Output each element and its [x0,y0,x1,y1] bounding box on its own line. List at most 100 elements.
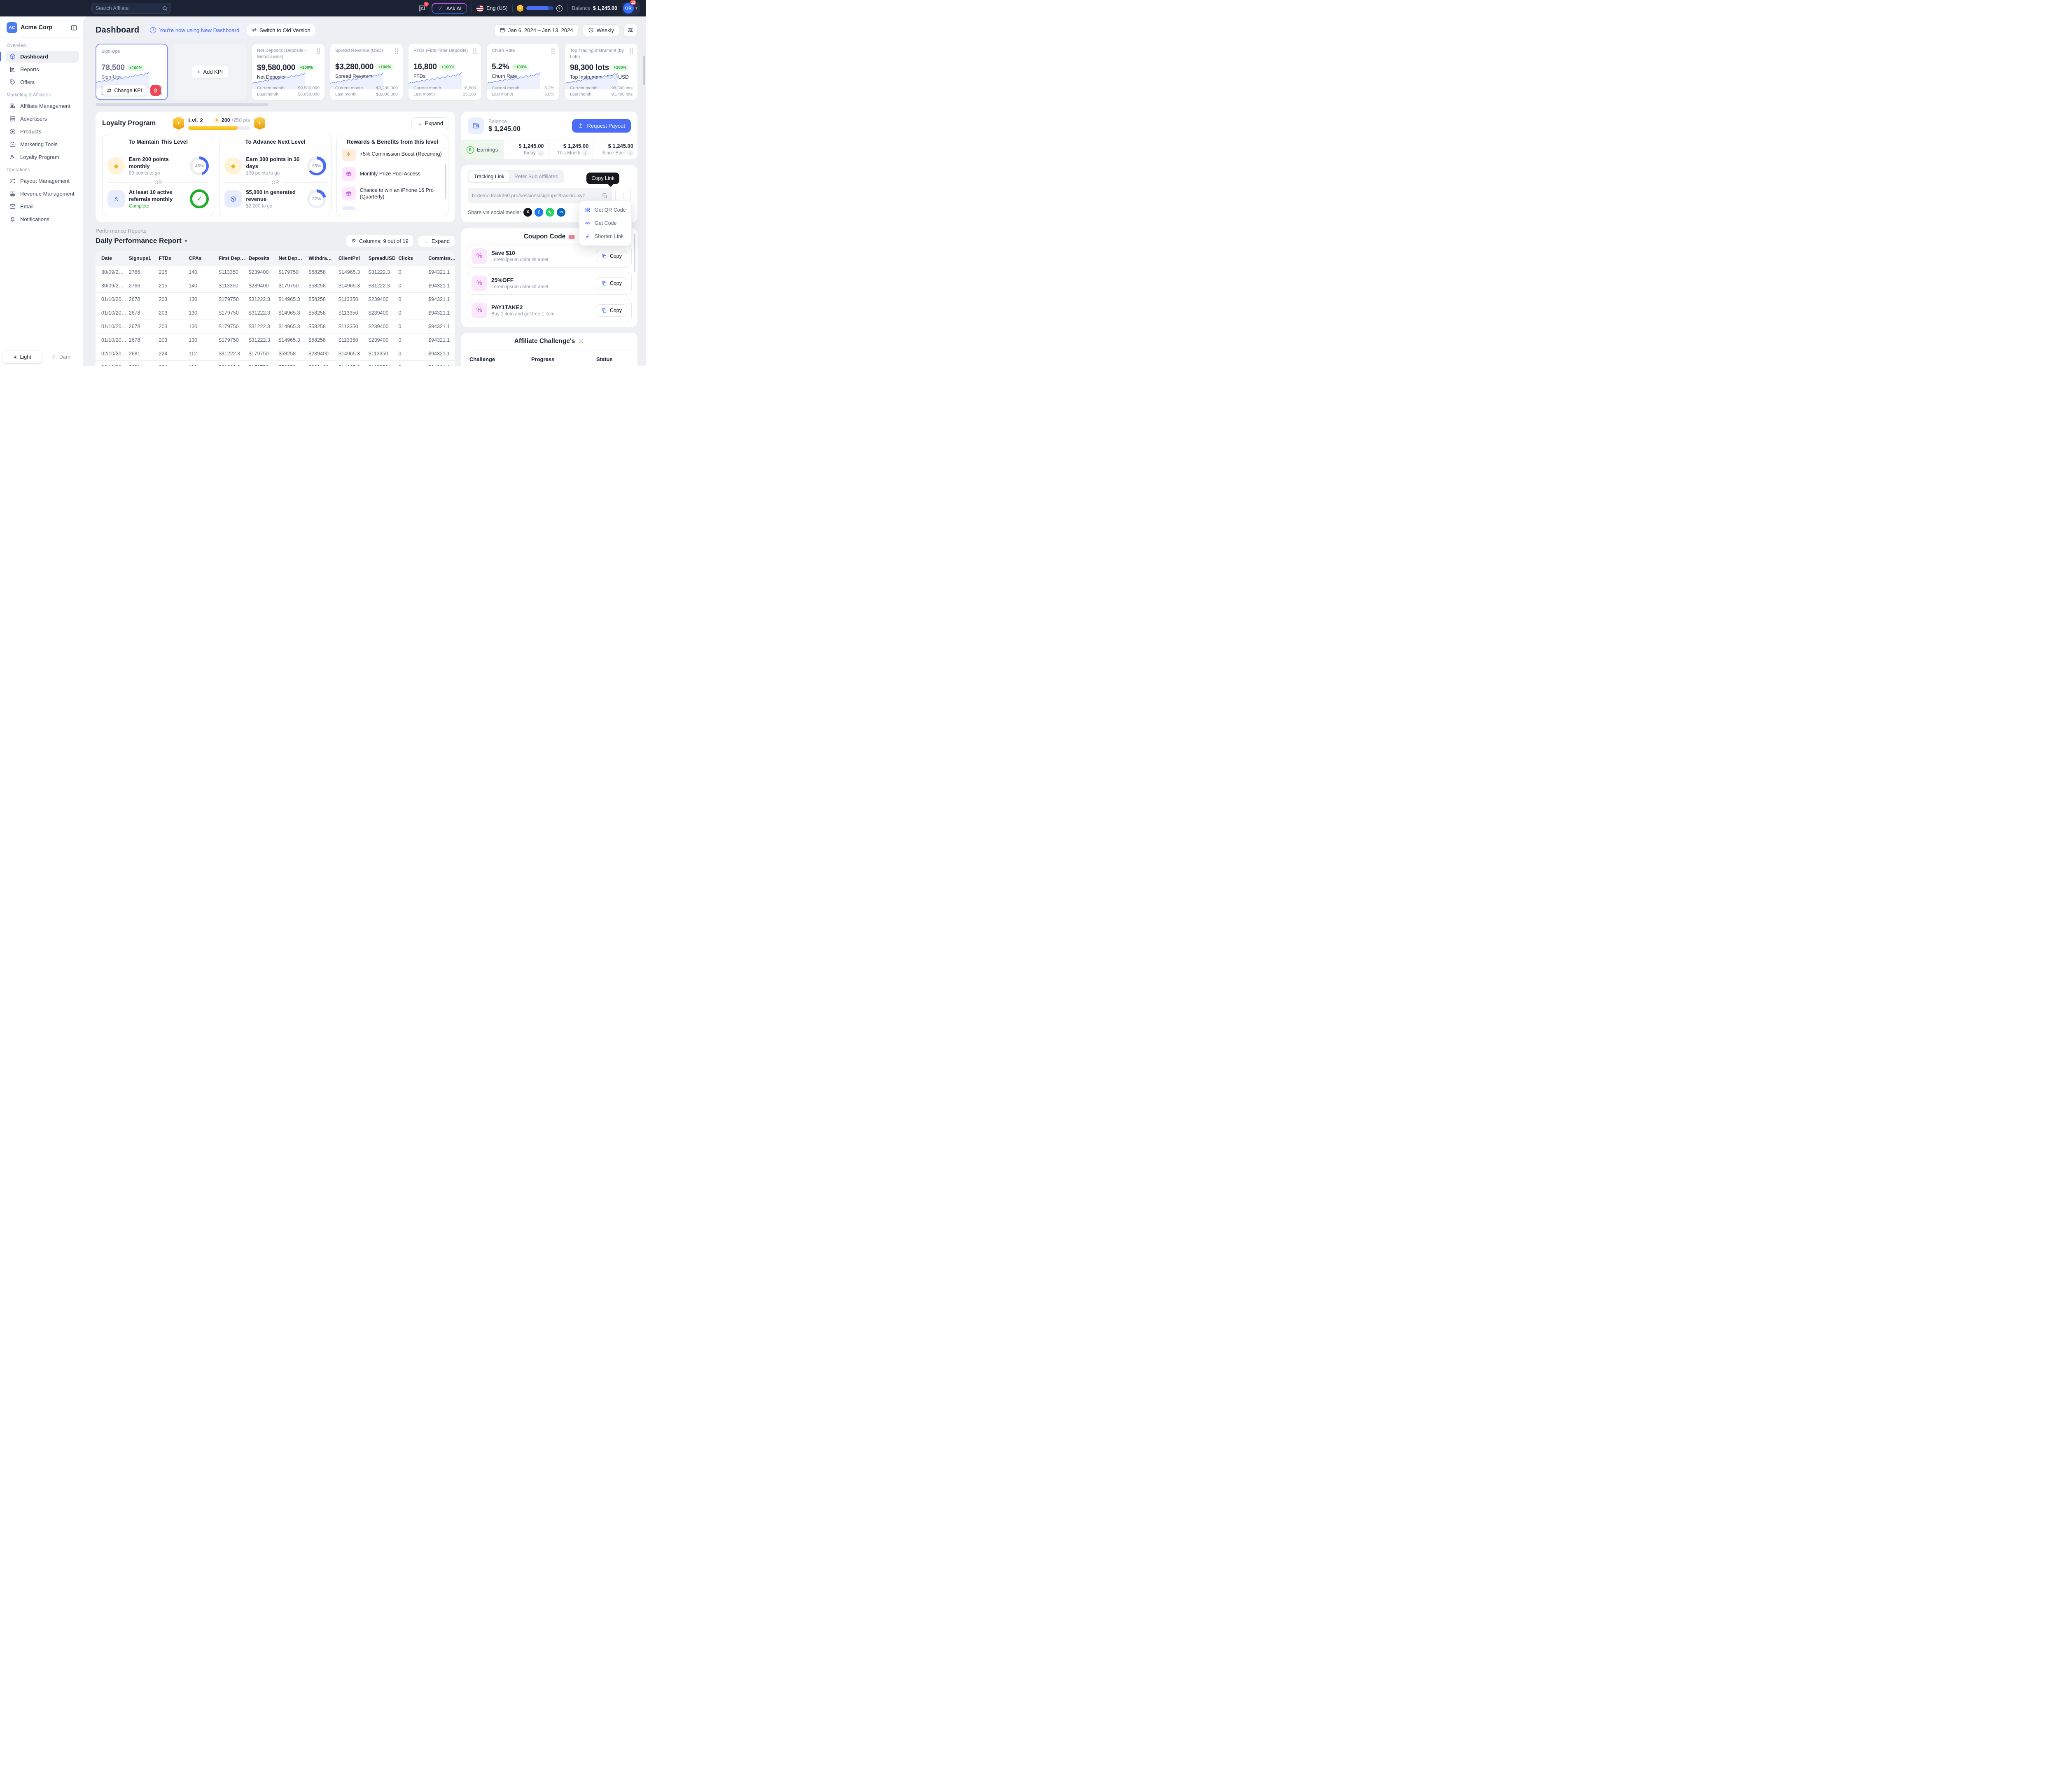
sidebar-item-loyalty-program[interactable]: Loyalty Program [6,151,79,163]
drag-handle-icon[interactable] [473,48,477,54]
level-progress-group[interactable]: ✦ ? [517,5,563,12]
kpi-card-churn-rate[interactable]: Churn Rate 5.2%+100% Churn Rate Current … [487,44,559,100]
drag-handle-icon[interactable] [629,48,633,54]
request-payout-button[interactable]: Request Payout [572,119,631,133]
search-affiliate-box[interactable] [91,3,171,14]
copy-icon[interactable] [602,193,608,199]
column-header[interactable]: CPAs [185,251,215,266]
sidebar-item-marketing-tools[interactable]: Marketing Tools [6,138,79,150]
sidebar-item-affiliate-management[interactable]: Affiliate Management [6,100,79,112]
table-cell: $31222.3 [215,347,245,361]
date-range-picker[interactable]: Jan 6, 2024 – Jan 13, 2024 [494,24,579,36]
sidebar-item-products[interactable]: Products [6,126,79,138]
help-icon[interactable]: ? [556,5,563,12]
column-header[interactable]: Date [96,251,126,266]
table-cell: $14965.3 [275,293,306,306]
column-header[interactable]: Signups1 [126,251,156,266]
filters-button[interactable] [623,24,637,36]
search-input[interactable] [96,5,162,11]
table-cell: $113350 [335,320,365,334]
cube-icon [9,53,16,60]
column-header[interactable]: Net Dep… [275,251,306,266]
table-cell: 0 [395,320,425,334]
info-icon[interactable]: i [582,150,588,156]
copy-coupon-button[interactable]: Copy [596,277,627,289]
theme-light-button[interactable]: ☀ Light [2,351,42,363]
collapse-sidebar-icon[interactable] [70,24,77,31]
table-row: 30/09/2…2766215140$113350$239400$179750$… [96,279,455,293]
info-icon[interactable]: i [538,150,544,156]
page-scrollbar[interactable] [643,56,645,85]
commission-boost-icon [342,149,356,161]
column-header[interactable]: FTDs [156,251,186,266]
top-bar: 3 Ask AI Eng (US) ✦ ? [0,0,646,16]
sidebar-item-email[interactable]: Email [6,201,79,212]
switch-old-version-button[interactable]: ⇄ Switch to Old Version [247,24,315,36]
menu-item-shorten-link[interactable]: Shorten Link [579,230,631,243]
column-header[interactable]: Commiss… [425,251,455,266]
loyalty-expand-button[interactable]: → Expand [411,117,448,129]
language-selector[interactable]: Eng (US) [476,5,507,12]
sidebar-item-advertisers[interactable]: Advertisers [6,113,79,125]
table-cell: 0 [395,279,425,293]
column-header[interactable]: Deposits [245,251,275,266]
kpi-card-net-deposits[interactable]: Net Deposits (Deposits – Withdrawals) $9… [252,44,324,100]
kpi-card-ftds[interactable]: FTDs (Firts-Time Deposits) 16,800+100% F… [409,44,481,100]
sidebar-item-payout-management[interactable]: Payout Management [6,175,79,187]
kpi-card-signups[interactable]: Sign-Ups 78,500 +100% Sign-Ups Current m… [96,44,168,100]
account-menu-button[interactable]: OR 12 ▾ [622,2,640,15]
swap-icon: ⇄ [252,27,257,33]
share-linkedin-icon[interactable]: in [557,208,565,217]
kpi-card-spread-revenue[interactable]: Spread Revenue (USD) $3,280,000+100% Spr… [330,44,403,100]
table-cell: $14965.3 [335,266,365,279]
share-whatsapp-icon[interactable] [546,208,554,217]
columns-button[interactable]: ⚙ Columns: 9 out of 19 [346,235,414,247]
user-check-icon [9,154,16,161]
sidebar-item-revenue-management[interactable]: Revenue Management [6,188,79,200]
report-expand-button[interactable]: → Expand [418,235,455,247]
table-cell: 2678 [126,334,156,347]
sidebar-item-notifications[interactable]: Notifications [6,213,79,225]
copy-coupon-button[interactable]: Copy [596,304,627,317]
table-cell: 01/10/20… [96,306,126,320]
rewards-list[interactable]: +5% Commission Boost (Recurring) Monthly… [337,149,448,210]
rewards-scrollbar[interactable] [445,164,446,199]
kpi-horizontal-scrollbar[interactable] [96,103,637,106]
drag-handle-icon[interactable] [551,48,555,54]
info-icon[interactable]: i [627,150,633,156]
sidebar-item-reports[interactable]: Reports [6,63,79,75]
change-kpi-button[interactable]: ⇄ Change KPI [102,85,147,96]
menu-item-get-code[interactable]: </> Get Code [579,217,631,230]
messages-button[interactable]: 3 [416,3,427,14]
column-header[interactable]: ClientPnl [335,251,365,266]
chevron-down-icon: ▾ [185,238,187,244]
tab-tracking-link[interactable]: Tracking Link [469,171,509,182]
kpi-card-top-instrument[interactable]: Top Trading Instrument (by Lots) 98,300 … [565,44,637,100]
drag-handle-icon[interactable] [316,48,320,54]
coupon-scrollbar[interactable] [634,234,635,272]
period-selector[interactable]: Weekly [583,24,619,36]
tab-refer-sub-affiliates[interactable]: Refer Sub Affiliates [509,171,563,182]
column-header[interactable]: Clicks [395,251,425,266]
copy-coupon-button[interactable]: Copy [596,250,627,262]
sidebar-item-offers[interactable]: Offers [6,76,79,88]
table-cell: $179750 [215,334,245,347]
drag-handle-icon[interactable] [395,48,399,54]
add-kpi-button[interactable]: + Add KPI [191,65,229,79]
share-facebook-icon[interactable]: f [535,208,543,217]
table-cell: $179750 [215,320,245,334]
table-cell: $58258 [305,266,335,279]
sidebar-item-dashboard[interactable]: Dashboard [6,51,79,63]
theme-dark-button[interactable]: ☾ Dark [42,351,81,363]
envelope-icon [9,203,16,210]
menu-item-get-qr-code[interactable]: Get QR Code [579,203,631,217]
share-x-icon[interactable]: X [523,208,532,217]
table-row: 01/10/20…2678203130$179750$31222.3$14965… [96,306,455,320]
ask-ai-button[interactable]: Ask AI [432,3,467,14]
delete-kpi-button[interactable] [150,85,161,96]
column-header[interactable]: SpreadUSD [365,251,395,266]
column-header[interactable]: First Dep… [215,251,245,266]
report-title-dropdown[interactable]: Daily Performance Report ▾ [96,237,187,245]
column-header[interactable]: Withdra… [305,251,335,266]
progress-ring: 45% [190,156,209,175]
